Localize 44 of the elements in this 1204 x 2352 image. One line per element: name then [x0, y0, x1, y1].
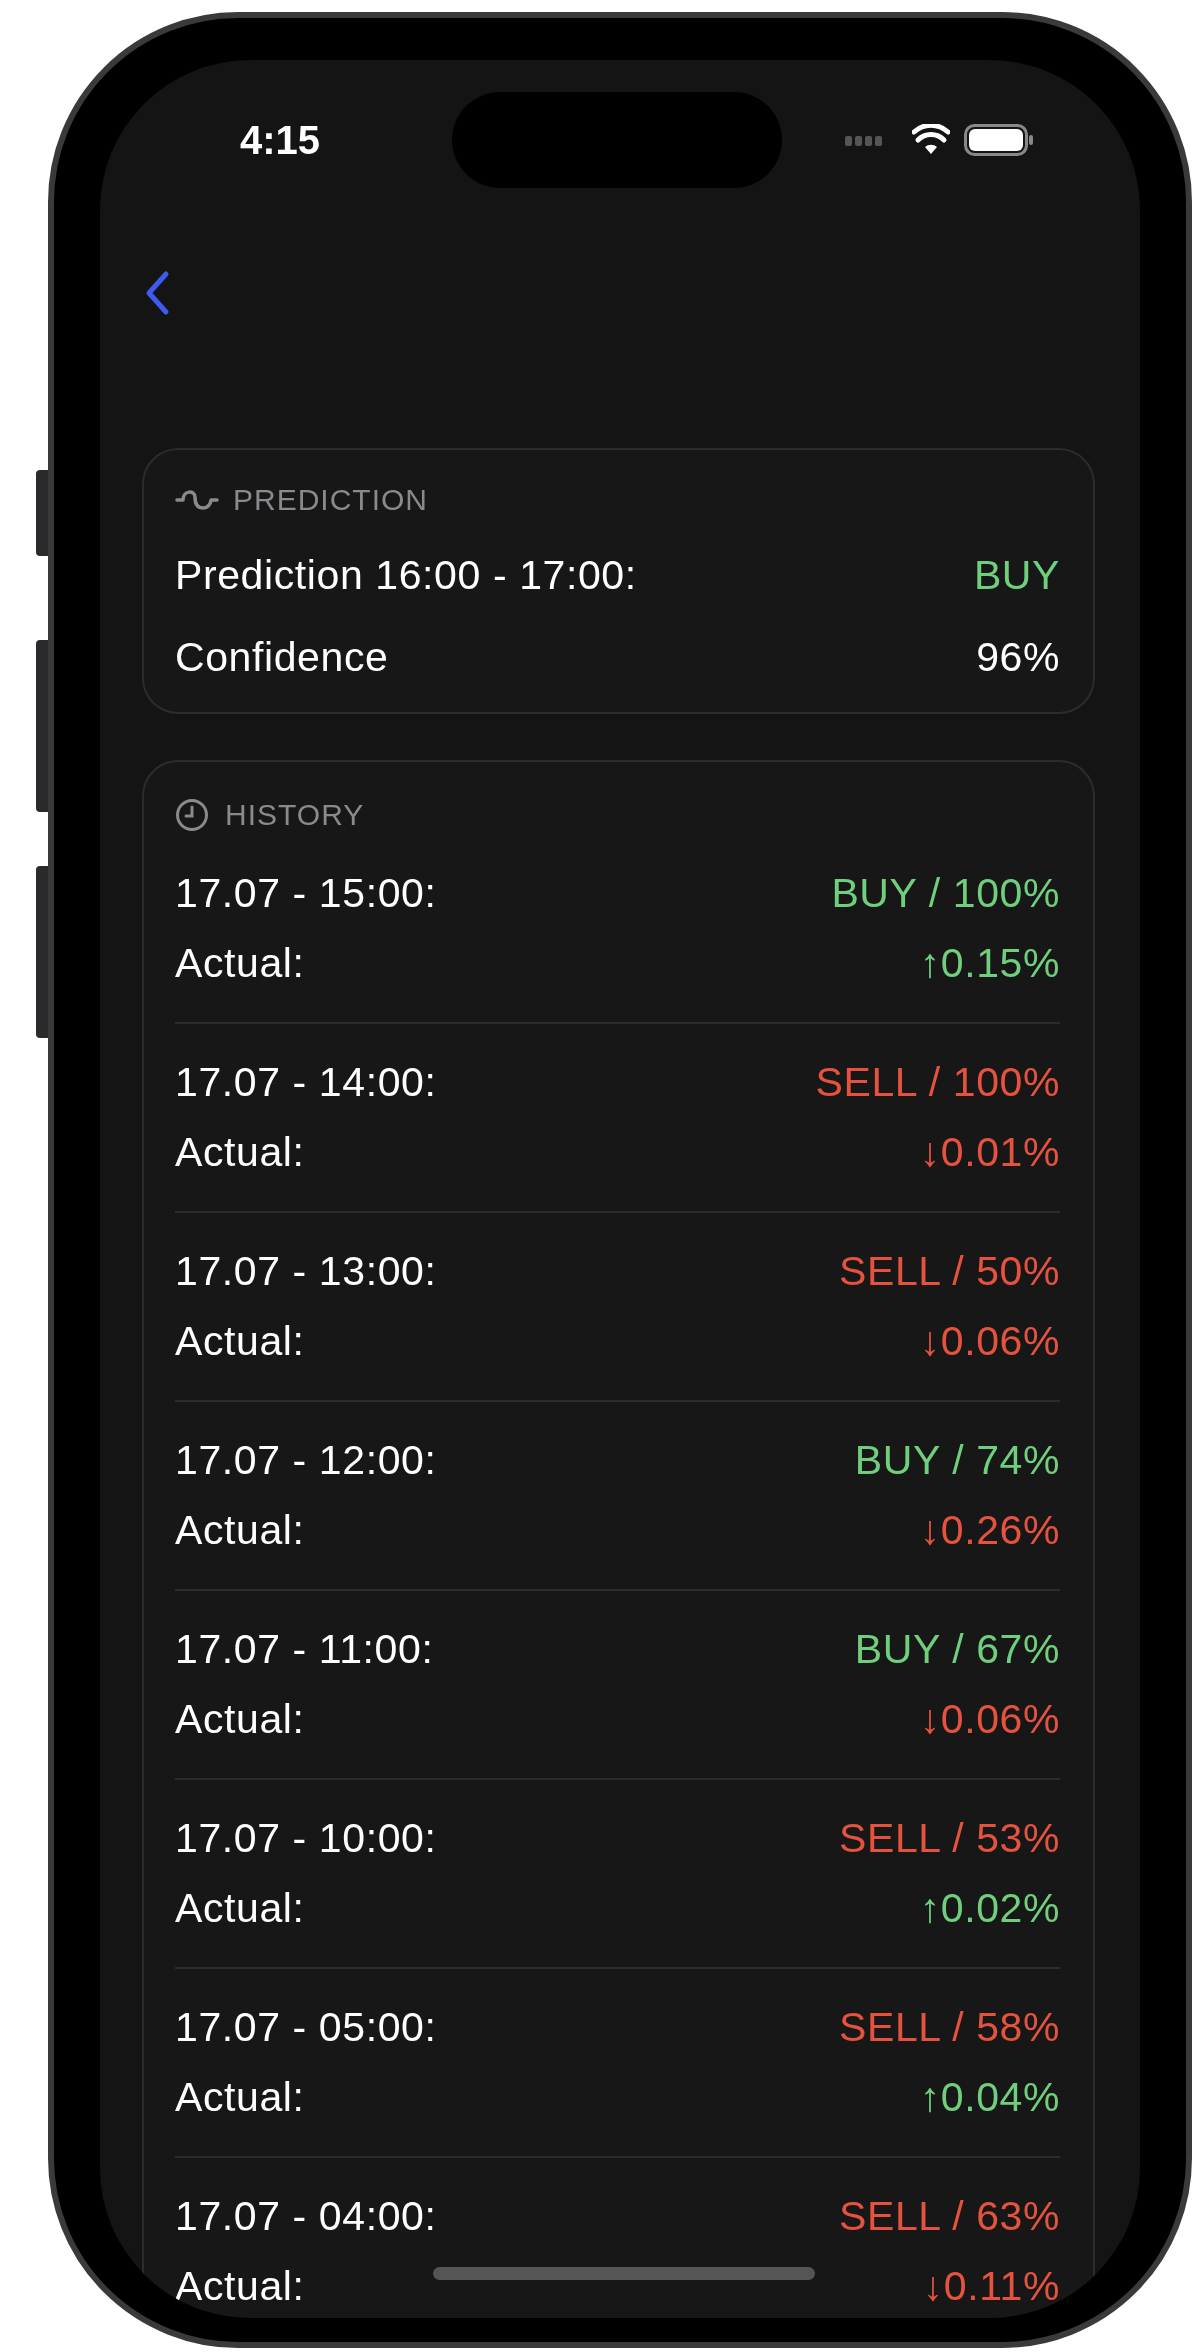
- history-time: 17.07 - 05:00:: [175, 2003, 437, 2051]
- history-time: 17.07 - 11:00:: [175, 1625, 434, 1673]
- prediction-value: BUY: [973, 551, 1060, 599]
- actual-change: ↓0.01%: [919, 1128, 1060, 1176]
- history-prediction: SELL / 50%: [839, 1247, 1060, 1295]
- history-prediction: BUY / 100%: [831, 869, 1060, 917]
- history-prediction: SELL / 100%: [815, 1058, 1060, 1106]
- history-time: 17.07 - 14:00:: [175, 1058, 437, 1106]
- actual-label: Actual:: [175, 1506, 305, 1554]
- actual-change: ↑0.15%: [919, 939, 1060, 987]
- history-prediction: SELL / 58%: [839, 2003, 1060, 2051]
- actual-change: ↑0.04%: [919, 2073, 1060, 2121]
- section-title: PREDICTION: [233, 483, 428, 517]
- history-prediction: SELL / 53%: [839, 1814, 1060, 1862]
- clock-icon: [175, 798, 209, 832]
- history-prediction: SELL / 63%: [839, 2192, 1060, 2240]
- section-title: HISTORY: [225, 798, 365, 832]
- cellular-signal-icon: [845, 135, 883, 147]
- actual-change: ↓0.11%: [922, 2262, 1060, 2310]
- history-prediction: BUY / 74%: [854, 1436, 1060, 1484]
- back-icon[interactable]: [144, 270, 170, 316]
- actual-label: Actual:: [175, 1695, 305, 1743]
- actual-change: ↓0.26%: [919, 1506, 1060, 1554]
- history-time: 17.07 - 12:00:: [175, 1436, 437, 1484]
- prediction-value: 96%: [976, 633, 1060, 681]
- history-time: 17.07 - 15:00:: [175, 869, 437, 917]
- history-prediction: BUY / 67%: [854, 1625, 1060, 1673]
- actual-label: Actual:: [175, 1128, 305, 1176]
- actual-label: Actual:: [175, 1317, 305, 1365]
- actual-change: ↑0.02%: [919, 1884, 1060, 1932]
- history-time: 17.07 - 10:00:: [175, 1814, 437, 1862]
- actual-label: Actual:: [175, 2262, 305, 2310]
- actual-label: Actual:: [175, 939, 305, 987]
- actual-label: Actual:: [175, 1884, 305, 1932]
- actual-change: ↓0.06%: [919, 1317, 1060, 1365]
- actual-label: Actual:: [175, 2073, 305, 2121]
- prediction-label: Prediction 16:00 - 17:00:: [175, 551, 637, 599]
- actual-change: ↓0.06%: [919, 1695, 1060, 1743]
- status-time: 4:15: [240, 117, 321, 164]
- history-time: 17.07 - 04:00:: [175, 2192, 437, 2240]
- history-time: 17.07 - 13:00:: [175, 1247, 437, 1295]
- prediction-label: Confidence: [175, 633, 389, 681]
- wifi-icon: [912, 124, 950, 154]
- battery-icon: [964, 124, 1034, 156]
